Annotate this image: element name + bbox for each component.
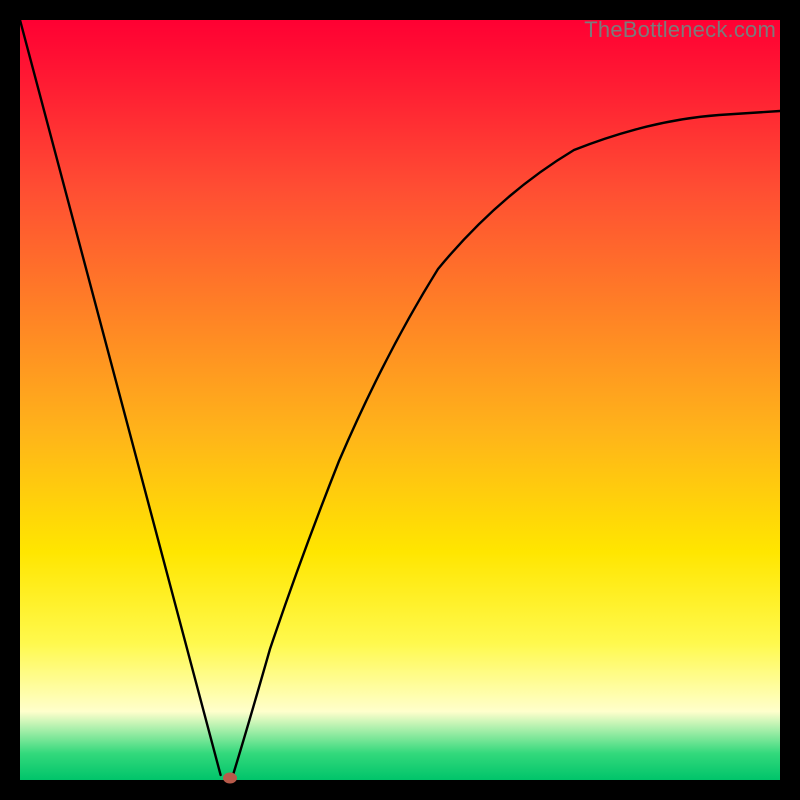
curve-layer	[20, 20, 780, 780]
minimum-marker	[223, 772, 237, 783]
left-branch-curve	[20, 20, 221, 775]
plot-area: TheBottleneck.com	[20, 20, 780, 780]
watermark-text: TheBottleneck.com	[584, 17, 776, 43]
right-branch-curve	[233, 111, 780, 775]
